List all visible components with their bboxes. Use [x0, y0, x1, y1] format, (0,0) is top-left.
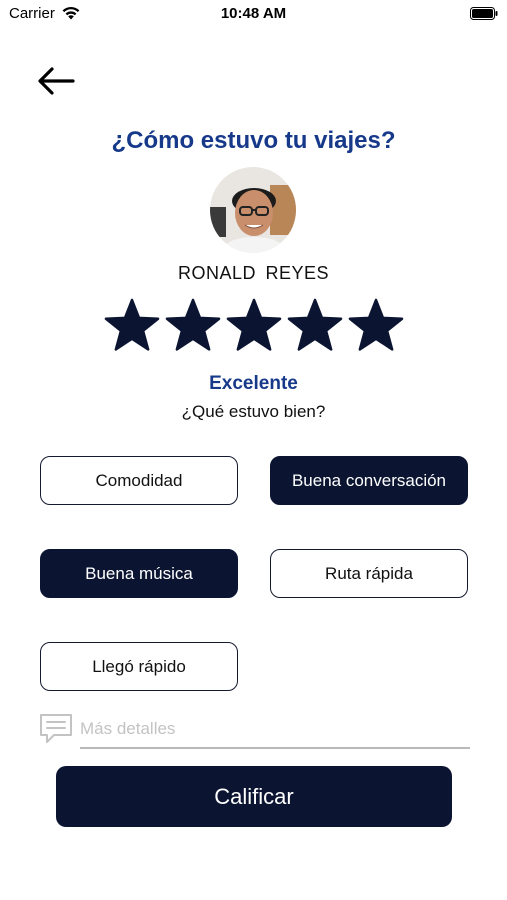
option-buena-conversacion[interactable]: Buena conversación	[270, 456, 468, 505]
rating-label: Excelente	[209, 373, 298, 394]
star-icon[interactable]	[164, 297, 222, 355]
arrow-left-icon	[38, 67, 75, 95]
star-icon[interactable]	[347, 297, 405, 355]
driver-name: RONALD REYES	[177, 263, 330, 283]
rating-screen: Carrier 10:48 AM ¿Cómo estuvo tu viajes?	[0, 0, 507, 900]
status-bar: Carrier 10:48 AM	[0, 0, 507, 28]
status-time: 10:48 AM	[220, 5, 287, 22]
option-buena-musica[interactable]: Buena música	[40, 549, 238, 598]
option-comodidad[interactable]: Comodidad	[40, 456, 238, 505]
rating-question: ¿Qué estuvo bien?	[181, 402, 326, 421]
star-icon[interactable]	[286, 297, 344, 355]
option-ruta-rapida[interactable]: Ruta rápida	[270, 549, 468, 598]
comment-icon	[40, 714, 72, 743]
star-icon[interactable]	[103, 297, 161, 355]
star-rating	[103, 297, 405, 355]
submit-button[interactable]: Calificar	[56, 766, 452, 827]
page-title: ¿Cómo estuvo tu viajes?	[111, 127, 396, 154]
option-llego-rapido[interactable]: Llegó rápido	[40, 642, 238, 691]
driver-avatar	[210, 167, 296, 253]
battery-icon	[470, 7, 498, 20]
back-button[interactable]	[36, 64, 76, 98]
details-input[interactable]	[80, 715, 470, 749]
star-icon[interactable]	[225, 297, 283, 355]
